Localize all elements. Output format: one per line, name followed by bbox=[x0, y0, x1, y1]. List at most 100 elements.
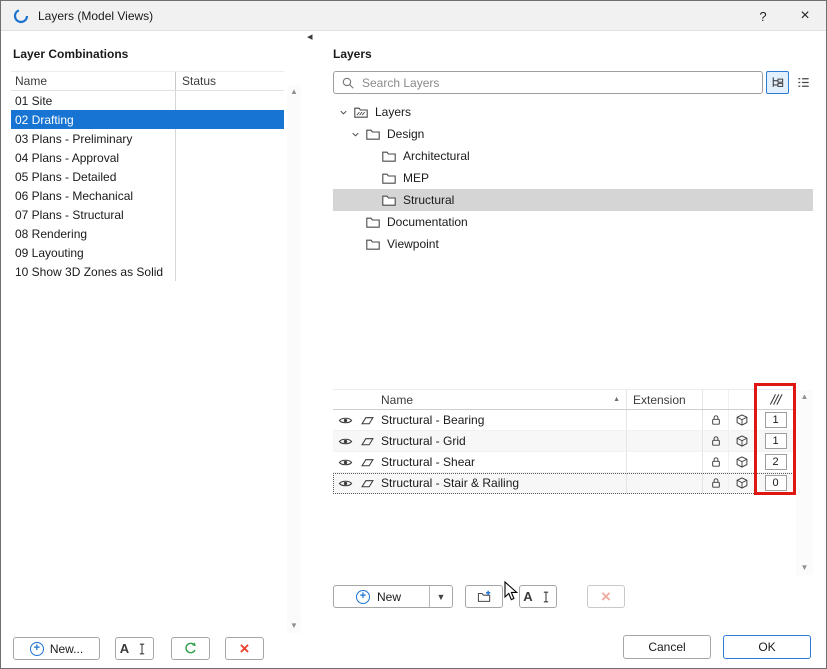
tree-item-layers[interactable]: Layers bbox=[333, 101, 813, 123]
scroll-down-icon[interactable]: ▼ bbox=[287, 619, 301, 633]
lock-icon[interactable] bbox=[709, 434, 723, 448]
combination-row[interactable]: 08 Rendering bbox=[11, 224, 284, 243]
combination-row-selected[interactable]: 02 Drafting bbox=[11, 110, 284, 129]
combination-row[interactable]: 01 Site bbox=[11, 91, 284, 110]
tree-item-label: Architectural bbox=[403, 149, 470, 163]
close-button[interactable]: × bbox=[784, 1, 826, 31]
delete-layer-button[interactable]: × bbox=[587, 585, 625, 608]
new-layer-button[interactable]: + New ▼ bbox=[333, 585, 453, 608]
solid-cube-icon[interactable] bbox=[735, 434, 749, 448]
solid-cube-icon[interactable] bbox=[735, 413, 749, 427]
tree-item-design[interactable]: Design bbox=[333, 123, 813, 145]
combination-status bbox=[176, 110, 284, 129]
help-button[interactable]: ? bbox=[742, 1, 784, 31]
combination-row[interactable]: 05 Plans - Detailed bbox=[11, 167, 284, 186]
combination-row[interactable]: 09 Layouting bbox=[11, 243, 284, 262]
intersection-group-value[interactable]: 1 bbox=[764, 412, 787, 428]
rename-letter: A bbox=[119, 641, 130, 656]
layer-row[interactable]: Structural - Shear 2 bbox=[333, 452, 796, 473]
tree-item-viewpoint[interactable]: Viewpoint bbox=[333, 233, 813, 255]
new-folder-button[interactable] bbox=[465, 585, 503, 608]
list-view-icon bbox=[796, 75, 811, 90]
layers-folder-icon bbox=[353, 104, 369, 120]
folder-plus-icon bbox=[477, 589, 492, 604]
layer-name-cell: Structural - Shear bbox=[377, 452, 627, 472]
plus-icon: + bbox=[29, 641, 44, 656]
status-column-header[interactable]: Status bbox=[176, 72, 284, 90]
combination-row[interactable]: 07 Plans - Structural bbox=[11, 205, 284, 224]
lock-icon[interactable] bbox=[709, 476, 723, 490]
layer-sheet-icon bbox=[360, 455, 375, 470]
tree-item-label: Documentation bbox=[387, 215, 468, 229]
combinations-header: Name Status bbox=[11, 71, 284, 91]
intersection-group-column-header[interactable] bbox=[755, 390, 796, 409]
visibility-column-header[interactable] bbox=[333, 390, 357, 409]
solid-cube-icon[interactable] bbox=[735, 476, 749, 490]
combination-status bbox=[176, 205, 284, 224]
combination-name: 08 Rendering bbox=[11, 224, 176, 243]
tree-item-documentation[interactable]: Documentation bbox=[333, 211, 813, 233]
layers-table: Name ▲ Extension Structural - Bearing 1 bbox=[333, 389, 796, 494]
rename-combination-button[interactable]: A bbox=[115, 637, 154, 660]
layer-sheet-icon bbox=[360, 476, 375, 491]
lock-column-header[interactable] bbox=[703, 390, 729, 409]
tree-view-toggle[interactable] bbox=[766, 71, 789, 94]
intersection-group-value[interactable]: 0 bbox=[764, 475, 787, 491]
search-input[interactable] bbox=[362, 75, 755, 90]
list-view-toggle[interactable] bbox=[792, 71, 815, 94]
tree-item-mep[interactable]: MEP bbox=[333, 167, 813, 189]
intersection-group-value[interactable]: 2 bbox=[764, 454, 787, 470]
visibility-eye-icon[interactable] bbox=[338, 413, 353, 428]
collapse-panel-button[interactable]: ◂ bbox=[307, 30, 313, 43]
extension-column-label: Extension bbox=[633, 392, 686, 407]
right-scrollbar[interactable]: ▲ ▼ bbox=[796, 390, 813, 575]
model-view-column-header[interactable] bbox=[729, 390, 755, 409]
section-title-layers: Layers bbox=[333, 47, 372, 61]
tree-item-structural[interactable]: Structural bbox=[333, 189, 813, 211]
lock-icon[interactable] bbox=[709, 413, 723, 427]
solid-cube-icon[interactable] bbox=[735, 455, 749, 469]
cancel-button[interactable]: Cancel bbox=[623, 635, 711, 659]
left-scrollbar[interactable]: ▲ ▼ bbox=[287, 85, 301, 633]
update-combination-button[interactable] bbox=[171, 637, 210, 660]
tree-item-architectural[interactable]: Architectural bbox=[333, 145, 813, 167]
layer-search bbox=[333, 71, 763, 94]
new-layer-main[interactable]: + New bbox=[334, 586, 423, 607]
layer-icon-column-header[interactable] bbox=[357, 390, 377, 409]
layer-extension-cell bbox=[627, 410, 703, 430]
name-column-header[interactable]: Name ▲ bbox=[377, 390, 627, 409]
ok-button[interactable]: OK bbox=[723, 635, 811, 659]
scroll-down-icon[interactable]: ▼ bbox=[796, 561, 813, 575]
rename-letter: A bbox=[523, 589, 533, 604]
new-combination-button[interactable]: + New... bbox=[13, 637, 100, 660]
visibility-eye-icon[interactable] bbox=[338, 476, 353, 491]
extension-column-header[interactable]: Extension bbox=[627, 390, 703, 409]
tree-view-icon bbox=[770, 75, 785, 90]
rename-layer-button[interactable]: A bbox=[519, 585, 557, 608]
combination-row[interactable]: 06 Plans - Mechanical bbox=[11, 186, 284, 205]
chevron-down-icon[interactable] bbox=[349, 129, 361, 140]
intersection-group-value[interactable]: 1 bbox=[764, 433, 787, 449]
tree-item-label: MEP bbox=[403, 171, 430, 185]
new-layer-dropdown[interactable]: ▼ bbox=[429, 586, 452, 607]
folder-icon bbox=[365, 236, 381, 252]
layer-row-selected[interactable]: Structural - Stair & Railing 0 bbox=[333, 473, 796, 494]
lock-icon[interactable] bbox=[709, 455, 723, 469]
combination-row[interactable]: 03 Plans - Preliminary bbox=[11, 129, 284, 148]
chevron-down-icon[interactable] bbox=[337, 107, 349, 118]
name-column-header[interactable]: Name bbox=[11, 72, 176, 90]
combination-row[interactable]: 10 Show 3D Zones as Solid bbox=[11, 262, 284, 281]
layer-row[interactable]: Structural - Bearing 1 bbox=[333, 410, 796, 431]
scroll-up-icon[interactable]: ▲ bbox=[796, 390, 813, 404]
layer-name-cell: Structural - Stair & Railing bbox=[377, 473, 627, 493]
folder-icon bbox=[365, 214, 381, 230]
scroll-up-icon[interactable]: ▲ bbox=[287, 85, 301, 99]
visibility-eye-icon[interactable] bbox=[338, 434, 353, 449]
layer-row[interactable]: Structural - Grid 1 bbox=[333, 431, 796, 452]
visibility-eye-icon[interactable] bbox=[338, 455, 353, 470]
name-column-label: Name bbox=[381, 392, 414, 407]
combination-row[interactable]: 04 Plans - Approval bbox=[11, 148, 284, 167]
combination-name: 10 Show 3D Zones as Solid bbox=[11, 262, 176, 281]
combinations-table: Name Status 01 Site 02 Drafting 03 Plans… bbox=[11, 71, 284, 281]
delete-combination-button[interactable]: × bbox=[225, 637, 264, 660]
